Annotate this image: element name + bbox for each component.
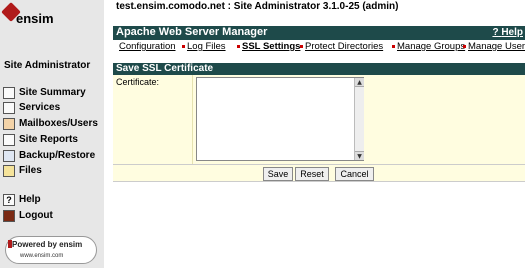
sidebar-item-site-reports[interactable]: Site Reports xyxy=(3,132,103,147)
logout-icon xyxy=(3,209,15,222)
nav-link-configuration[interactable]: Configuration xyxy=(119,41,176,52)
nav-link-manage-users[interactable]: Manage Users xyxy=(468,41,525,52)
nav-link-ssl-settings[interactable]: SSL Settings xyxy=(242,41,300,52)
certificate-field-cell: ▲ ▼ xyxy=(193,75,525,164)
help-icon: ? xyxy=(3,193,15,206)
cancel-button[interactable]: Cancel xyxy=(335,167,374,181)
certificate-label: Certificate: xyxy=(116,77,160,87)
powered-by-url: www.ensim.com xyxy=(20,253,64,259)
sidebar: ensim Site Administrator Site Summary Se… xyxy=(0,0,104,268)
powered-by-badge[interactable]: Powered by ensim www.ensim.com xyxy=(5,236,97,264)
nav-link-manage-groups[interactable]: Manage Groups xyxy=(397,41,465,52)
services-icon xyxy=(3,101,15,114)
users-icon xyxy=(3,117,15,130)
reports-icon xyxy=(3,133,15,146)
sidebar-item-label: Backup/Restore xyxy=(19,150,96,161)
ensim-logo[interactable]: ensim xyxy=(1,2,100,33)
save-button[interactable]: Save xyxy=(263,167,293,181)
sidebar-item-mailboxes-users[interactable]: Mailboxes/Users xyxy=(3,116,103,131)
scroll-up-icon[interactable]: ▲ xyxy=(355,78,364,87)
window-title: test.ensim.comodo.net : Site Administrat… xyxy=(116,1,399,12)
nav-separator-icon xyxy=(182,45,185,48)
nav-separator-icon xyxy=(392,45,395,48)
sidebar-item-help[interactable]: ? Help xyxy=(3,192,103,207)
sidebar-item-label: Files xyxy=(19,165,42,176)
module-header: Apache Web Server Manager ? Help xyxy=(113,26,525,40)
module-help-link[interactable]: ? Help xyxy=(492,27,523,38)
module-title: Apache Web Server Manager xyxy=(116,26,268,38)
reset-button[interactable]: Reset xyxy=(295,167,329,181)
section-title: Save SSL Certificate xyxy=(116,63,214,74)
backup-icon xyxy=(3,149,15,162)
sidebar-item-label: Help xyxy=(19,194,41,205)
nav-separator-icon xyxy=(300,45,303,48)
powered-by-text: Powered by ensim xyxy=(12,240,83,249)
button-row: Save Reset Cancel xyxy=(113,164,525,182)
sidebar-item-logout[interactable]: Logout xyxy=(3,208,103,223)
site-summary-icon xyxy=(3,86,15,99)
sidebar-title: Site Administrator xyxy=(4,60,91,71)
sidebar-item-site-summary[interactable]: Site Summary xyxy=(3,85,103,100)
nav-separator-icon xyxy=(463,45,466,48)
help-question-icon: ? xyxy=(492,27,499,38)
certificate-form: Certificate: ▲ ▼ xyxy=(113,75,525,164)
sidebar-item-label: Site Summary xyxy=(19,87,86,98)
sidebar-item-label: Logout xyxy=(19,210,53,221)
certificate-label-cell: Certificate: xyxy=(113,75,193,164)
sidebar-item-backup-restore[interactable]: Backup/Restore xyxy=(3,148,103,163)
sidebar-item-label: Services xyxy=(19,102,61,113)
sidebar-item-services[interactable]: Services xyxy=(3,100,103,115)
logo-text: ensim xyxy=(16,11,54,26)
textarea-scrollbar[interactable]: ▲ ▼ xyxy=(354,78,364,160)
scroll-down-icon[interactable]: ▼ xyxy=(355,151,364,160)
sidebar-item-label: Site Reports xyxy=(19,134,78,145)
nav-separator-icon xyxy=(237,45,240,48)
sidebar-item-label: Mailboxes/Users xyxy=(19,118,98,129)
nav-link-log-files[interactable]: Log Files xyxy=(187,41,226,52)
nav-link-protect-directories[interactable]: Protect Directories xyxy=(305,41,383,52)
certificate-textarea[interactable] xyxy=(196,77,364,161)
module-nav: Configuration Log Files SSL Settings Pro… xyxy=(113,40,525,53)
folder-icon xyxy=(3,164,15,177)
section-header: Save SSL Certificate xyxy=(113,63,525,75)
sidebar-item-files[interactable]: Files xyxy=(3,163,103,178)
module-help-label: Help xyxy=(501,27,523,38)
